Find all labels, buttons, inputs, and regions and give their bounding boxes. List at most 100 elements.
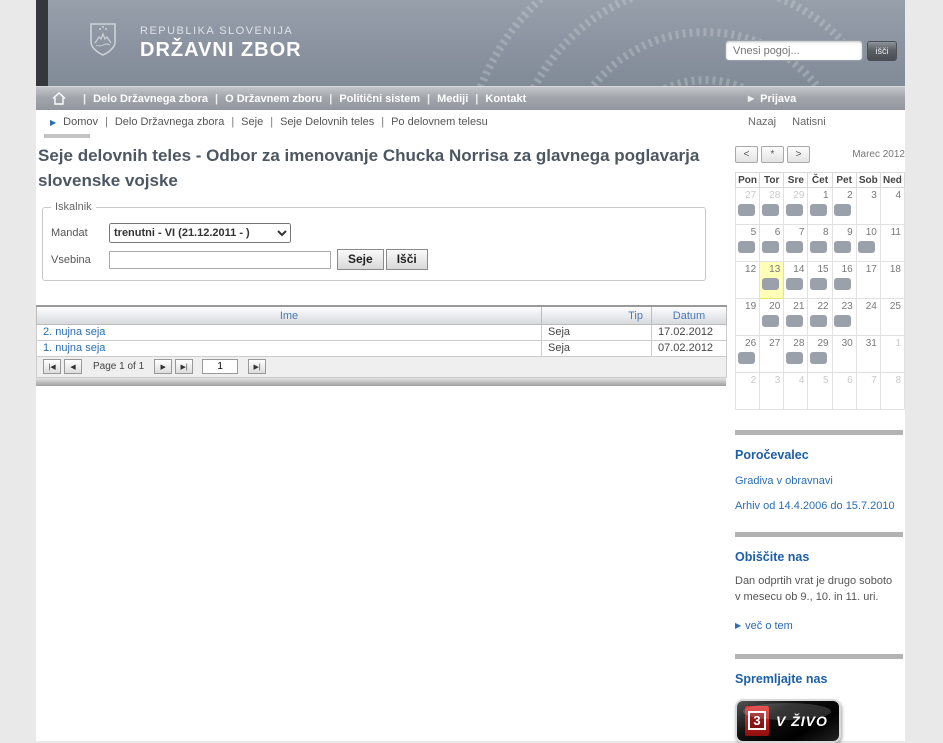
calendar-day[interactable]: 6 [760,225,784,262]
pager-page-input[interactable] [202,359,238,374]
calendar-day[interactable]: 29 [808,336,832,373]
calendar-today-button[interactable]: * [761,146,784,163]
pager-row: |◀ ◀ Page 1 of 1 ▶ ▶| ▶| [37,356,727,377]
calendar-day[interactable]: 4 [880,188,904,225]
breadcrumb-home[interactable]: Domov [63,116,98,128]
triangle-icon: ▶ [50,118,56,127]
breadcrumb-actions: Nazaj Natisni [748,116,826,128]
pager-go-button[interactable]: ▶| [248,359,266,374]
calendar-nav: < * > Marec 2012 [735,146,905,163]
breadcrumb-list: |Delo Državnega zbora|Seje|Seje Delovnih… [98,116,488,128]
calendar-day: 27 [736,188,760,225]
breadcrumb-item-3[interactable]: Seje Delovnih teles [280,116,374,128]
calendar-next-button[interactable]: > [787,146,810,163]
calendar-day[interactable]: 2 [832,188,856,225]
calendar-day[interactable]: 12 [736,262,760,299]
vsebina-label: Vsebina [51,254,109,266]
mandat-label: Mandat [51,227,109,239]
isci-button[interactable]: Išči [386,249,428,270]
calendar-day[interactable]: 9 [832,225,856,262]
tv3-logo-number: 3 [748,711,765,730]
session-link[interactable]: 1. nujna seja [43,342,105,354]
pager-next-button[interactable]: ▶ [154,359,172,374]
triangle-icon: ▶ [735,621,741,630]
calendar-event-marker [762,204,779,216]
calendar-day[interactable]: 25 [880,299,904,336]
vsebina-input[interactable] [109,251,331,269]
calendar-day[interactable]: 22 [808,299,832,336]
search-form: Iskalnik Mandat trenutni - VI (21.12.201… [42,201,706,281]
column-header-tip[interactable]: Tip [542,306,652,324]
header-titles: REPUBLIKA SLOVENIJA DRŽAVNI ZBOR [140,25,302,62]
calendar-day[interactable]: 7 [784,225,808,262]
calendar-day[interactable]: 19 [736,299,760,336]
nav-item-4[interactable]: Mediji [437,93,468,105]
nav-item-2[interactable]: O Državnem zboru [225,93,322,105]
pager-first-button[interactable]: |◀ [43,359,61,374]
login-label: Prijava [760,93,796,105]
calendar-day[interactable]: 1 [808,188,832,225]
mandat-select[interactable]: trenutni - VI (21.12.2011 - ) [109,223,291,243]
triangle-icon: ▶ [748,94,754,103]
breadcrumb-item-4[interactable]: Po delovnem telesu [391,116,488,128]
calendar-day: 8 [880,373,904,410]
pager-last-button[interactable]: ▶| [175,359,193,374]
print-link[interactable]: Natisni [792,116,826,128]
page-container: REPUBLIKA SLOVENIJA DRŽAVNI ZBOR išči | D… [36,0,905,741]
nav-item-5[interactable]: Kontakt [485,93,526,105]
back-link[interactable]: Nazaj [748,116,776,128]
section-divider [735,532,903,537]
home-icon[interactable] [52,92,66,105]
calendar-day: 7 [856,373,880,410]
breadcrumb-item-2[interactable]: Seje [241,116,263,128]
calendar-day[interactable]: 14 [784,262,808,299]
calendar-body: 2728291234567891011121314151617181920212… [736,188,905,410]
column-header-ime[interactable]: Ime [37,306,542,324]
calendar-day[interactable]: 30 [832,336,856,373]
nav-item-3[interactable]: Politični sistem [339,93,420,105]
calendar-event-marker [810,204,827,216]
calendar-day: 4 [784,373,808,410]
republic-label: REPUBLIKA SLOVENIJA [140,25,302,37]
calendar-day[interactable]: 27 [760,336,784,373]
tv-live-badge[interactable]: 3 V ŽIVO [735,699,841,743]
nav-item-1[interactable]: Delo Državnega zbora [93,93,208,105]
session-link[interactable]: 2. nujna seja [43,326,105,338]
calendar-day[interactable]: 5 [736,225,760,262]
calendar-day[interactable]: 8 [808,225,832,262]
breadcrumb-separator: | [270,116,273,128]
calendar-day[interactable]: 20 [760,299,784,336]
spremljajte-heading: Spremljajte nas [735,672,905,686]
search-form-legend: Iskalnik [51,201,96,213]
calendar-day[interactable]: 3 [856,188,880,225]
column-header-datum[interactable]: Datum [652,306,727,324]
more-link[interactable]: ▶ več o tem [735,620,905,632]
calendar-day[interactable]: 11 [880,225,904,262]
calendar-day[interactable]: 18 [880,262,904,299]
login-link[interactable]: ▶ Prijava [748,93,796,105]
porocevalec-link-2[interactable]: Arhiv od 14.4.2006 do 15.7.2010 [735,500,905,512]
search-button[interactable]: išči [867,41,897,61]
breadcrumb-item-1[interactable]: Delo Državnega zbora [115,116,224,128]
calendar-day[interactable]: 21 [784,299,808,336]
calendar-day[interactable]: 26 [736,336,760,373]
calendar-day[interactable]: 31 [856,336,880,373]
breadcrumb-separator: | [381,116,384,128]
calendar-weekday: Tor [760,173,784,188]
calendar-day[interactable]: 23 [832,299,856,336]
calendar-day[interactable]: 15 [808,262,832,299]
main-nav-list: |Delo Državnega zbora|O Državnem zboru|P… [76,93,526,105]
calendar-day[interactable]: 16 [832,262,856,299]
search-input[interactable] [725,40,863,61]
calendar-day[interactable]: 28 [784,336,808,373]
calendar-event-marker [810,352,827,364]
calendar-prev-button[interactable]: < [735,146,758,163]
pager-prev-button[interactable]: ◀ [64,359,82,374]
calendar-day[interactable]: 13 [760,262,784,299]
porocevalec-link-1[interactable]: Gradiva v obravnavi [735,475,905,487]
seje-button[interactable]: Seje [337,249,384,270]
calendar-day[interactable]: 10 [856,225,880,262]
calendar-day[interactable]: 17 [856,262,880,299]
nav-separator: | [83,93,86,105]
calendar-day[interactable]: 24 [856,299,880,336]
